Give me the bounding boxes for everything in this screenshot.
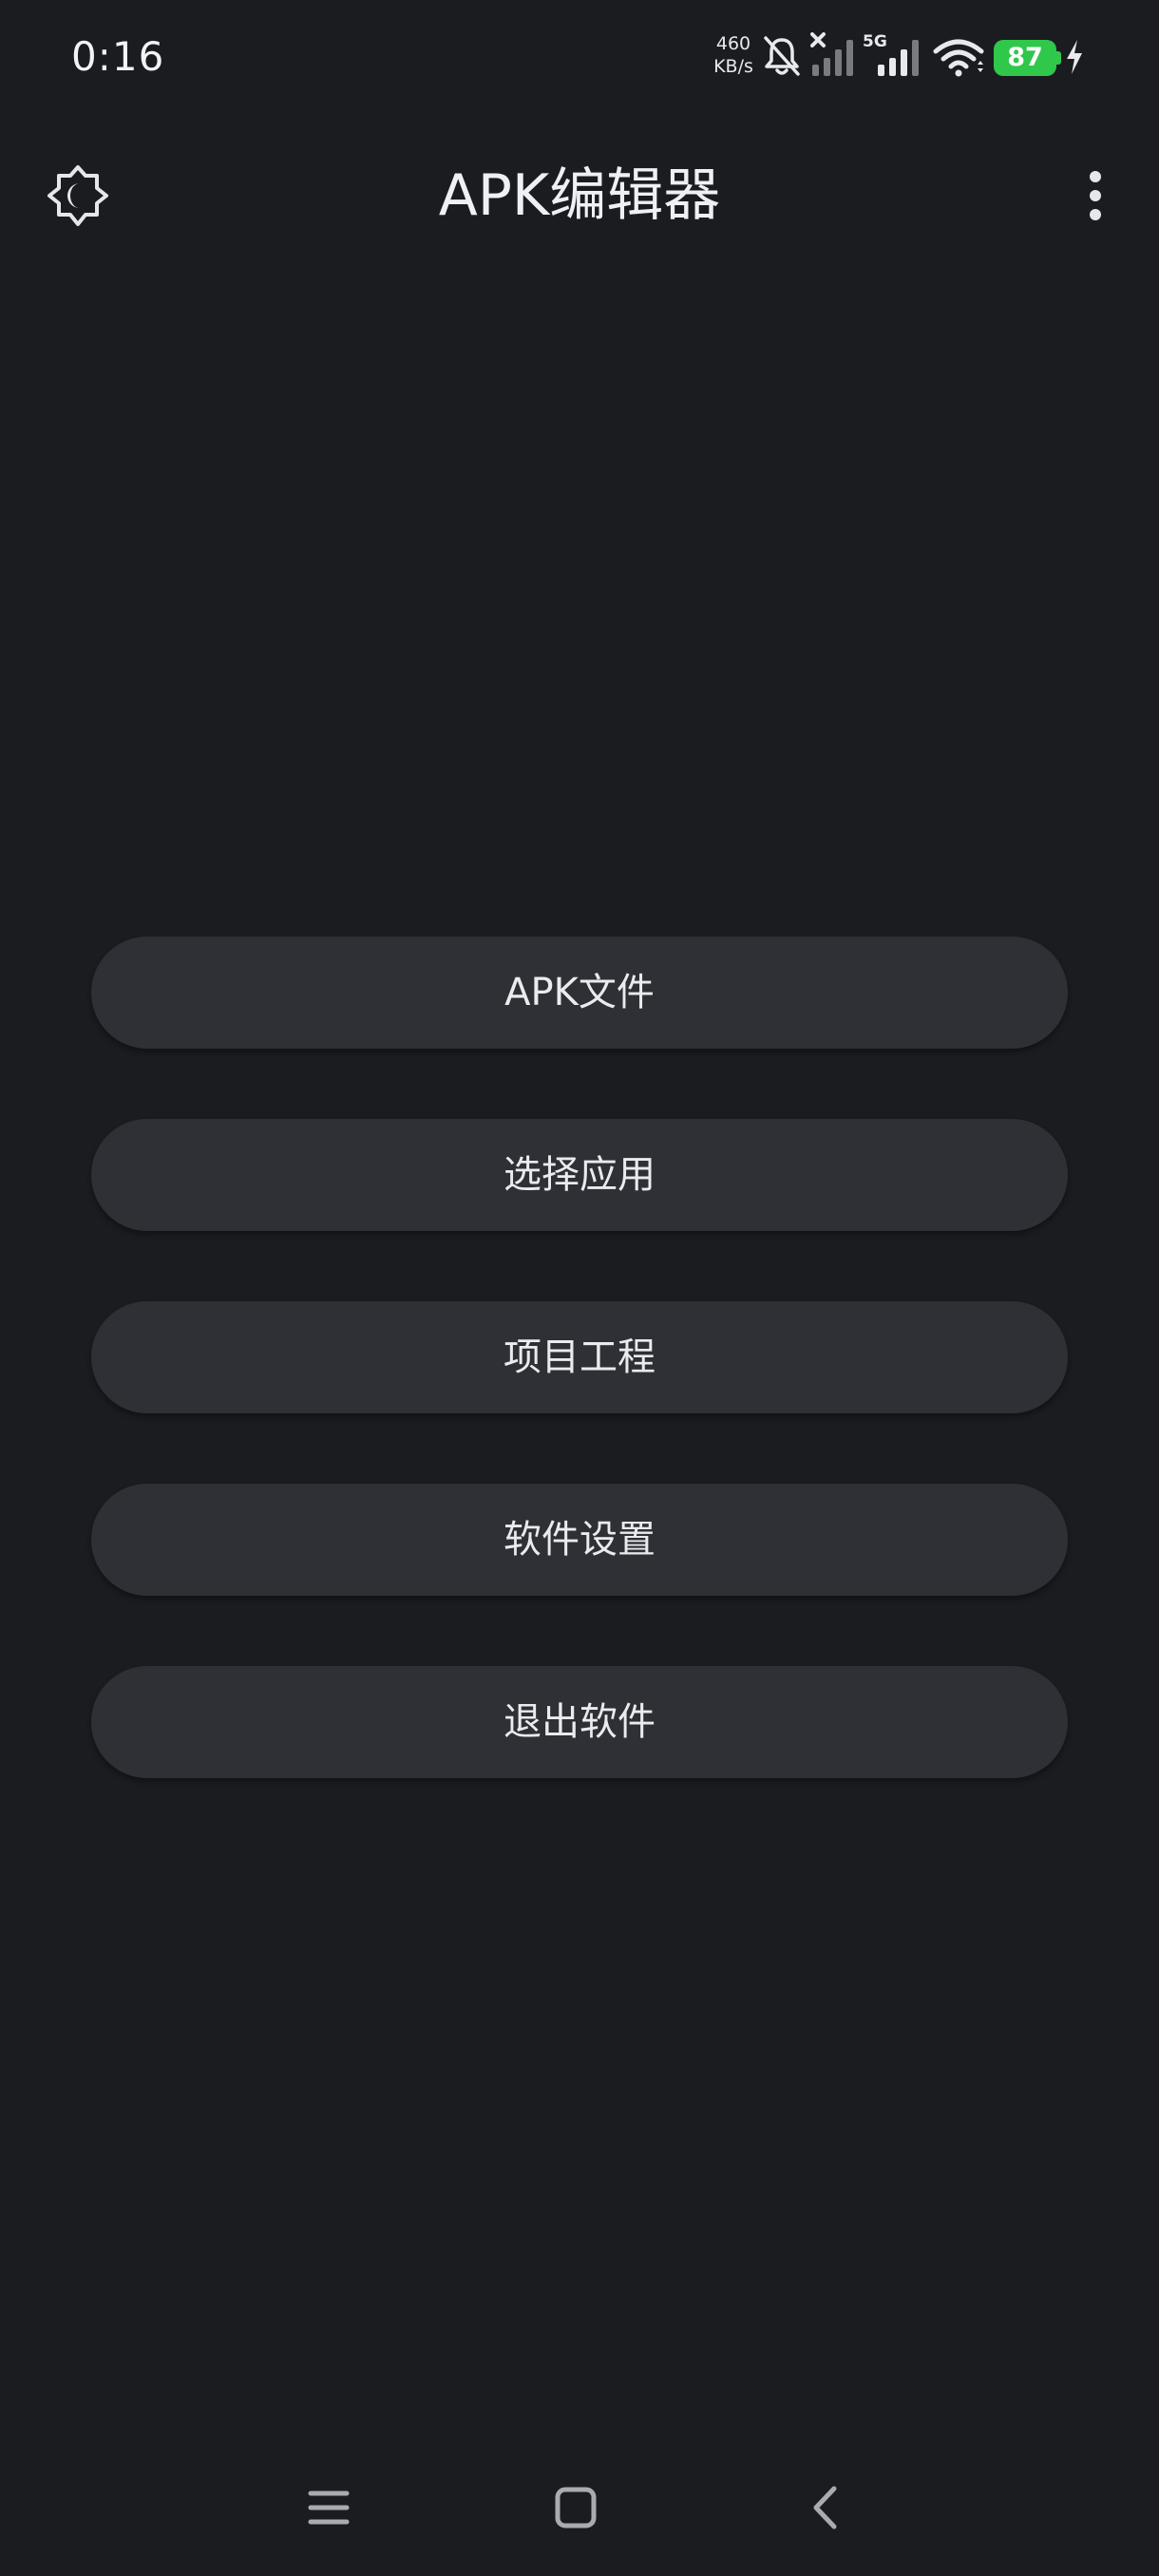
back-button[interactable] xyxy=(788,2472,861,2544)
main-menu: APK文件 选择应用 项目工程 软件设置 退出软件 xyxy=(91,937,1068,1778)
network-speed-value: 460 xyxy=(715,33,751,54)
screen: 0:16 460 KB/s 5G 87 APK编辑器 APK文件 选择应用 项目… xyxy=(0,0,1159,2576)
apk-file-button[interactable]: APK文件 xyxy=(91,937,1068,1049)
network-speed: 460 KB/s xyxy=(705,32,762,78)
system-nav-bar xyxy=(0,2460,1159,2555)
wifi-icon xyxy=(933,39,984,77)
menu-icon xyxy=(308,2491,350,2525)
exit-app-button[interactable]: 退出软件 xyxy=(91,1666,1068,1778)
network-type-label: 5G xyxy=(863,32,887,51)
more-vert-icon xyxy=(1090,171,1101,220)
app-title: APK编辑器 xyxy=(438,162,721,229)
status-bar: 0:16 460 KB/s 5G 87 xyxy=(0,0,1159,114)
select-app-button[interactable]: 选择应用 xyxy=(91,1119,1068,1231)
projects-button[interactable]: 项目工程 xyxy=(91,1301,1068,1413)
charging-icon xyxy=(1067,40,1082,74)
battery-tip xyxy=(1056,51,1061,65)
battery-indicator: 87 xyxy=(994,40,1056,76)
signal-5g-icon: 5G xyxy=(863,32,919,76)
app-bar: APK编辑器 xyxy=(0,142,1159,249)
signal-x-icon xyxy=(810,32,853,76)
settings-button[interactable]: 软件设置 xyxy=(91,1484,1068,1596)
network-speed-unit: KB/s xyxy=(713,56,753,77)
recents-button[interactable] xyxy=(293,2472,365,2544)
home-button[interactable] xyxy=(540,2472,612,2544)
status-time: 0:16 xyxy=(71,33,165,80)
home-icon xyxy=(555,2487,597,2529)
back-icon xyxy=(813,2486,837,2529)
more-options-button[interactable] xyxy=(1074,160,1117,232)
bell-off-icon xyxy=(764,36,800,76)
